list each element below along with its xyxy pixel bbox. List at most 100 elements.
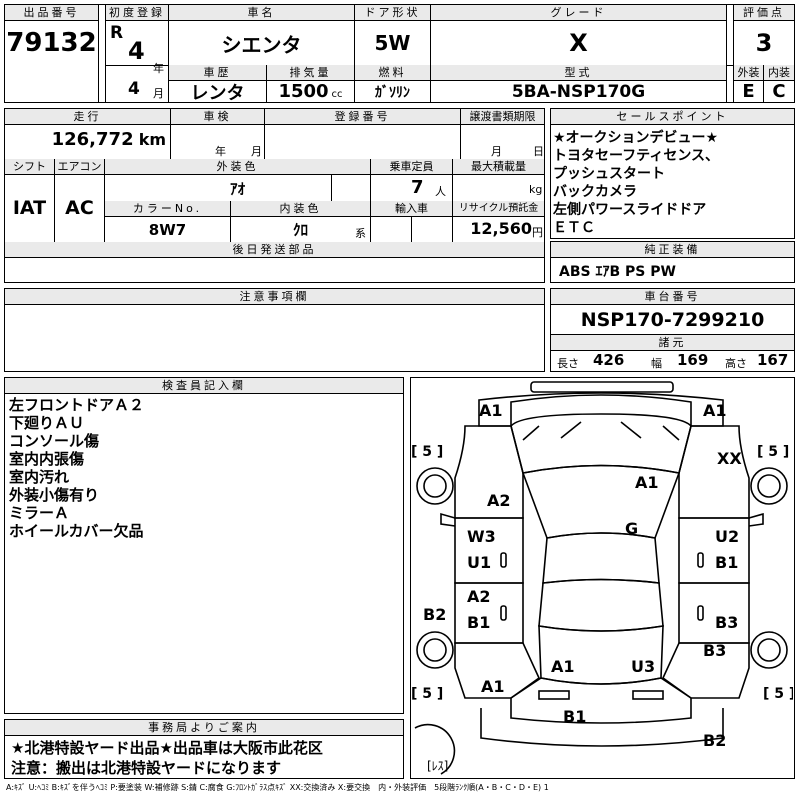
wheel-rf [750,467,788,505]
shift-label: シフト [5,159,54,175]
reg-era: R [110,23,124,43]
damage-mark: A1 [481,677,505,696]
history-cell: 車歴 レンタ [169,65,267,104]
inspector-notes: 左フロントドアＡ２ 下廻りＡＵ コンソール傷 室内内張傷 室内汚れ 外装小傷有り ミラーＡ ホ… [5,394,403,542]
reg-label: 初度登録 [106,5,168,21]
damage-mark: B2 [423,605,446,624]
grade-cell: グレード X [431,5,727,65]
chassis-number: NSP170-7299210 [580,309,765,331]
km-unit: km [138,130,166,149]
month-unit: 月 [153,87,164,100]
transfer-month-unit: 月 [491,145,502,158]
roof-shape [542,532,660,584]
damage-mark: A2 [467,587,491,606]
mileage-label: 走行 [5,109,170,125]
hood-shape [510,413,692,474]
height-label: 高さ [725,357,747,370]
inspector-note-line: ミラーＡ [9,504,70,522]
fuel: ｶﾞｿﾘﾝ [375,84,410,101]
mileage: 126,772 [51,129,134,150]
recycle: 12,560 [470,219,532,238]
intcolor-unit: 系 [355,227,366,240]
handle-lf [500,552,507,568]
cc-unit: cc [331,89,343,100]
inspector-note-line: ホイールカバー欠品 [9,522,144,540]
lot-label: 出品番号 [5,5,98,21]
capacity-unit: 人 [435,185,446,198]
intcolor-cell: 内装色 ｸﾛ 系 [231,201,371,242]
score: 3 [755,29,773,57]
damage-mark: A1 [479,401,503,420]
notes-label: 注意事項欄 [5,289,544,305]
car-diagram-svg: A1 A1XXA2A1W3U1G U2B1B2A2B1 B3B3A1 U3A1B1B2 … [411,381,795,775]
damage-mark: B1 [467,613,490,632]
tire-tread-rating: [ 5 ] [411,686,443,702]
grille-lines [522,421,680,441]
notes-box: 注意事項欄 [4,288,545,372]
exterior-label: 外装 [734,65,763,81]
tire-tread-rating: [ 5 ] [757,444,789,460]
inspection-cell: 車検 年 月 [171,109,265,159]
recycle-cell: リサイクル預託金 12,560 円 [453,201,544,242]
capacity-cell: 乗車定員 7 人 [371,159,453,201]
score-label: 評価点 [734,5,794,21]
load-cell: 最大積載量 kg [453,159,544,201]
displacement: 1500 [278,81,329,102]
history: レンタ [190,82,245,104]
width-label: 幅 [651,357,662,370]
right-front-fender-shape [678,425,750,519]
inspector-note-line: 外装小傷有り [9,486,100,504]
door-label: ドア形状 [355,5,430,21]
sales-point-item: ＥＴＣ [553,220,595,236]
model: 5BA-NSP170G [511,81,646,102]
details-block: 走行 126,772 km 車検 年 月 登録番号 譲渡書類期限 月 日 シフト… [4,108,545,283]
ac: AC [65,197,94,219]
length: 426 [593,351,625,369]
later-parts-label: 後日発送部品 [5,242,544,258]
office-box: 事務局よりご案内 ★北港特設ヤード出品★出品車は大阪市此花区 注意：搬出は北港特… [4,719,404,779]
sales-points-box: セールスポイント ★オークションデビュー★ トヨタセーフティセンス、 プッシュスター… [550,108,795,239]
front-panel-shape [478,392,724,427]
reg-cell: 初度登録 R 4 年 4 月 [105,5,169,102]
intcolor: ｸﾛ [292,221,308,239]
dims-label: 諸元 [551,335,794,351]
damage-mark: A1 [551,657,575,676]
reg-month: 4 [128,79,140,99]
grade-label: グレード [431,5,726,21]
ac-label: エアコン [55,159,104,175]
damage-mark: B3 [703,641,726,660]
transfer-cell: 譲渡書類期限 月 日 [461,109,544,159]
recycle-unit: 円 [532,226,543,239]
load-label: 最大積載量 [453,159,544,175]
damage-mark: A2 [487,491,511,510]
legend: A:ｷｽﾞ U:ﾍｺﾐ B:ｷｽﾞを伴うﾍｺﾐ P:要塗装 W:補修跡 S:錆 … [6,783,549,792]
lot-cell: 出品番号 79132 [5,5,99,65]
inspection-label: 車検 [171,109,264,125]
inspector-note-line: 室内内張傷 [9,450,85,468]
exterior-grade: E [742,81,755,102]
fuel-cell: 燃料 ｶﾞｿﾘﾝ [355,65,431,102]
damage-mark: B3 [715,613,738,632]
sales-points-list: ★オークションデビュー★ トヨタセーフティセンス、 プッシュスタート バックカメラ 左側… [551,125,794,241]
front-bumper-shape [530,381,674,393]
damage-diagram: A1 A1 XX A2 A1 W3 U1 G U2 B1 B2 A2 B1 B3 B3 A1 U3 A1 B1 B2 … [410,377,795,779]
damage-mark: B2 [703,731,726,750]
damage-mark: A1 [703,401,727,420]
year-unit: 年 [153,62,164,75]
right-rear-door-shape [678,582,750,644]
office-line-2: 注意：搬出は北港特設ヤードになります [11,759,282,777]
genuine-equipment: ABS ｴｱB PS PW [559,264,676,280]
chassis-box: 車台番号 NSP170-7299210 諸元 長さ 426 幅 169 高さ 1… [550,288,795,372]
shift: IAT [12,197,47,219]
inspector-label: 検査員記入欄 [5,378,403,394]
sales-point-item: ★オークションデビュー★ [553,130,719,146]
door-type: 5W [374,31,411,55]
dims-row: 長さ 426 幅 169 高さ 167 [555,351,792,371]
model-label: 型式 [431,65,726,81]
spare-label: [ﾚｽ] [427,759,448,773]
damage-mark: A1 [635,473,659,492]
interior-cell: 内装 C [764,65,794,102]
transfer-label: 譲渡書類期限 [461,109,544,125]
office-label: 事務局よりご案内 [5,720,403,736]
inspector-note-line: 左フロントドアＡ２ [9,396,145,414]
